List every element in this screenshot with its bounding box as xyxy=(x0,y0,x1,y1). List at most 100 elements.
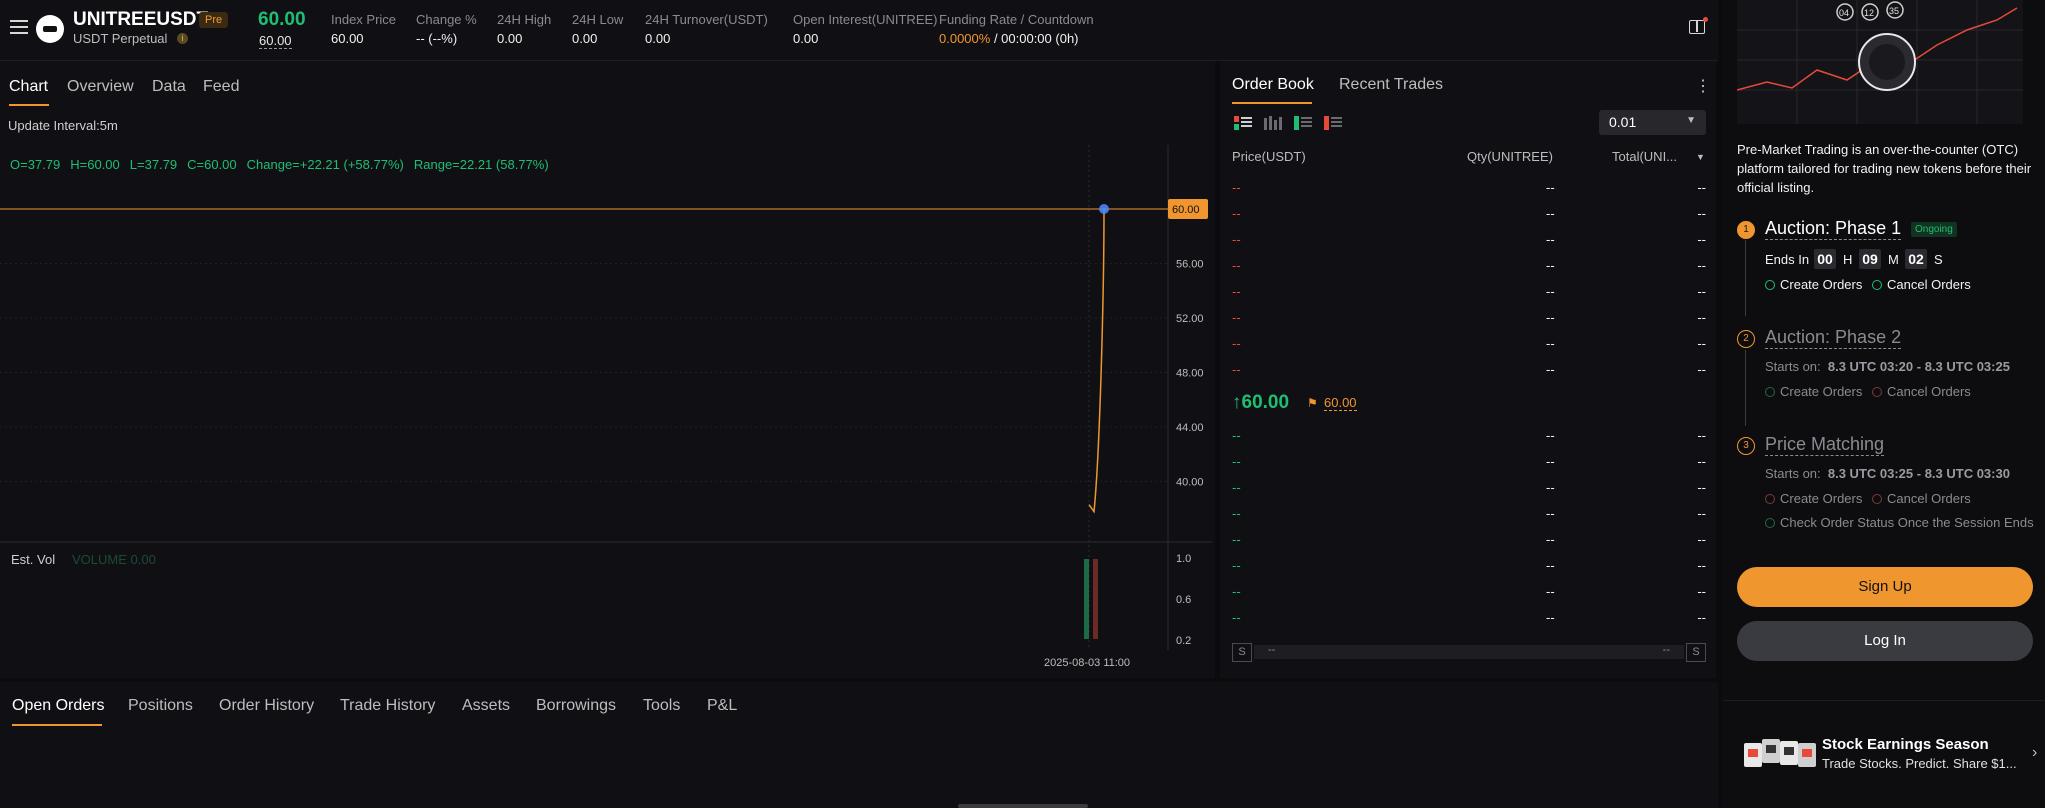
col-total-dropdown-icon[interactable]: ▼ xyxy=(1696,152,1705,162)
chevron-down-icon: ▼ xyxy=(1686,115,1696,126)
view-both-icon[interactable] xyxy=(1234,116,1252,130)
volume-tick-label: 1.0 xyxy=(1176,553,1191,565)
tab-tools[interactable]: Tools xyxy=(643,697,680,715)
tab-open-orders[interactable]: Open Orders xyxy=(12,697,104,715)
row-price: -- xyxy=(1232,258,1241,273)
log-in-button[interactable]: Log In xyxy=(1737,621,2033,661)
token-logo xyxy=(36,15,64,43)
stock-cards-icon xyxy=(1744,739,1816,767)
bid-row[interactable]: -- -- -- xyxy=(1232,475,1706,501)
countdown-minutes-unit: M xyxy=(1888,252,1899,267)
row-total: -- xyxy=(1697,362,1706,377)
row-price: -- xyxy=(1232,558,1241,573)
step-3-starts: Starts on: 8.3 UTC 03:25 - 8.3 UTC 03:30 xyxy=(1765,466,2010,481)
price-tick-label: 48.00 xyxy=(1176,368,1204,380)
x-axis-date: 2025-08-03 11:00 xyxy=(1044,657,1131,669)
price-series-line xyxy=(1088,208,1105,514)
bid-row[interactable]: -- -- -- xyxy=(1232,579,1706,605)
ask-row[interactable]: -- -- -- xyxy=(1232,279,1706,305)
row-price: -- xyxy=(1232,180,1241,195)
price-tick-label: 52.00 xyxy=(1176,313,1204,325)
row-total: -- xyxy=(1697,310,1706,325)
bid-row[interactable]: -- -- -- xyxy=(1232,449,1706,475)
row-price: -- xyxy=(1232,428,1241,443)
ask-row[interactable]: -- -- -- xyxy=(1232,227,1706,253)
funding-countdown: / 00:00:00 (0h) xyxy=(990,31,1079,46)
ask-row[interactable]: -- -- -- xyxy=(1232,305,1706,331)
symbol-title[interactable]: UNITREEUSDT xyxy=(73,9,208,31)
step-3-title[interactable]: Price Matching xyxy=(1765,434,1885,456)
no-circle-icon xyxy=(1765,494,1775,504)
row-total: -- xyxy=(1697,454,1706,469)
tab-chart[interactable]: Chart xyxy=(9,78,48,96)
stat-turnover-label: 24H Turnover(USDT) xyxy=(645,12,768,27)
flag-icon: ⚑ xyxy=(1307,396,1318,410)
step-3-number: 3 xyxy=(1737,437,1755,455)
tab-data[interactable]: Data xyxy=(152,78,186,96)
row-price: -- xyxy=(1232,454,1241,469)
view-bids-icon[interactable] xyxy=(1294,116,1312,130)
ask-row[interactable]: -- -- -- xyxy=(1232,357,1706,383)
promo-divider xyxy=(1723,700,2045,701)
col-total[interactable]: Total(UNI... xyxy=(1612,149,1677,164)
tab-trade-history[interactable]: Trade History xyxy=(340,697,435,715)
row-total: -- xyxy=(1697,232,1706,247)
mid-mark-price[interactable]: 60.00 xyxy=(1324,395,1357,411)
view-asks-icon[interactable] xyxy=(1324,116,1342,130)
bid-row[interactable]: -- -- -- xyxy=(1232,423,1706,449)
mark-price[interactable]: 60.00 xyxy=(259,33,292,49)
countdown-seconds: 02 xyxy=(1905,249,1927,269)
step-2-starts: Starts on: 8.3 UTC 03:20 - 8.3 UTC 03:25 xyxy=(1765,359,2010,374)
tab-order-book[interactable]: Order Book xyxy=(1232,76,1314,94)
menu-icon[interactable] xyxy=(10,20,28,34)
tick-size-value: 0.01 xyxy=(1609,114,1637,130)
stat-index-value: 60.00 xyxy=(331,31,364,46)
hero-illustration: 04 12 35 xyxy=(1737,0,2023,124)
funding-rate: 0.0000% xyxy=(939,31,991,46)
tab-order-history[interactable]: Order History xyxy=(219,697,314,715)
bid-row[interactable]: -- -- -- xyxy=(1232,553,1706,579)
ask-row[interactable]: -- -- -- xyxy=(1232,201,1706,227)
row-price: -- xyxy=(1232,610,1241,625)
row-total: -- xyxy=(1697,284,1706,299)
bid-row[interactable]: -- -- -- xyxy=(1232,527,1706,553)
price-tick-label: 44.00 xyxy=(1176,422,1204,434)
tab-feed[interactable]: Feed xyxy=(203,78,239,96)
ask-row[interactable]: -- -- -- xyxy=(1232,253,1706,279)
sign-up-button[interactable]: Sign Up xyxy=(1737,567,2033,607)
step-2-title[interactable]: Auction: Phase 2 xyxy=(1765,327,1902,349)
row-price: -- xyxy=(1232,232,1241,247)
tab-overview[interactable]: Overview xyxy=(67,78,134,96)
tab-recent-trades[interactable]: Recent Trades xyxy=(1339,76,1443,94)
tick-size-select[interactable]: 0.01 ▼ xyxy=(1599,110,1706,135)
horizontal-scrollbar[interactable] xyxy=(958,804,1088,808)
ask-row[interactable]: -- -- -- xyxy=(1232,175,1706,201)
ask-row[interactable]: -- -- -- xyxy=(1232,331,1706,357)
tab-pnl[interactable]: P&L xyxy=(707,697,737,715)
tab-positions[interactable]: Positions xyxy=(128,697,193,715)
row-total: -- xyxy=(1697,558,1706,573)
pre-badge: Pre xyxy=(199,12,229,28)
stat-oi-label: Open Interest(UNITREE) xyxy=(793,12,938,27)
funding-label: Funding Rate / Countdown xyxy=(939,12,1094,27)
bid-row[interactable]: -- -- -- xyxy=(1232,501,1706,527)
more-options-icon[interactable]: ⋮ xyxy=(1695,76,1711,96)
bid-row[interactable]: -- -- -- xyxy=(1232,605,1706,631)
price-chart[interactable]: 56.00 52.00 48.00 44.00 40.00 60.00 1.0 0.6 0.2 xyxy=(0,145,1215,675)
tab-borrowings[interactable]: Borrowings xyxy=(536,697,616,715)
ends-in-label: Ends In xyxy=(1765,252,1810,267)
chevron-right-icon[interactable]: › xyxy=(2032,744,2037,762)
funding-value: 0.0000% / 00:00:00 (0h) xyxy=(939,31,1079,46)
info-icon[interactable]: i xyxy=(177,33,188,44)
tab-assets[interactable]: Assets xyxy=(462,697,510,715)
step-connector xyxy=(1745,350,1746,426)
step-1-title[interactable]: Auction: Phase 1 xyxy=(1765,218,1902,240)
row-total: -- xyxy=(1697,336,1706,351)
countdown-hours: 00 xyxy=(1814,249,1836,269)
view-depth-icon[interactable] xyxy=(1264,116,1282,130)
guide-book-icon[interactable] xyxy=(1689,20,1705,34)
promo-title[interactable]: Stock Earnings Season xyxy=(1822,736,1989,753)
row-price: -- xyxy=(1232,310,1241,325)
row-total: -- xyxy=(1697,532,1706,547)
mid-last-price: ↑60.00 xyxy=(1232,392,1290,413)
